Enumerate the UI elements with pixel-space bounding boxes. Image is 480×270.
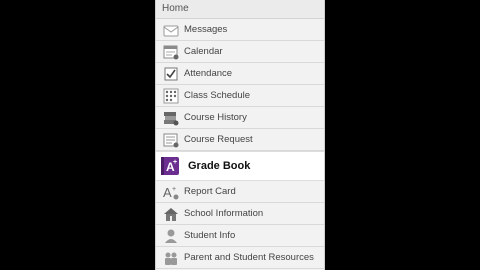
menu-item-report-card[interactable]: A + Report Card: [156, 181, 324, 203]
svg-text:+: +: [173, 159, 177, 166]
school-house-icon: [163, 206, 179, 222]
menu-item-messages[interactable]: Messages: [156, 19, 324, 41]
menu-item-label: Course Request: [184, 134, 253, 145]
calendar-icon: [163, 44, 179, 60]
menu-item-attendance[interactable]: Attendance: [156, 63, 324, 85]
side-menu: Home Messages Calendar Attendance Class …: [155, 0, 325, 270]
student-person-icon: [163, 228, 179, 244]
menu-item-class-schedule[interactable]: Class Schedule: [156, 85, 324, 107]
report-card-a-plus-icon: A +: [163, 184, 179, 200]
books-stack-icon: [163, 110, 179, 126]
menu-item-label: Report Card: [184, 186, 236, 197]
schedule-grid-icon: [163, 88, 179, 104]
attendance-checkbox-icon: [163, 66, 179, 82]
envelope-icon: [163, 22, 179, 38]
menu-item-grade-book[interactable]: A + Grade Book: [156, 151, 324, 181]
menu-item-course-history[interactable]: Course History: [156, 107, 324, 129]
svg-text:A: A: [163, 185, 172, 200]
menu-item-course-request[interactable]: Course Request: [156, 129, 324, 151]
menu-item-student-info[interactable]: Student Info: [156, 225, 324, 247]
svg-text:+: +: [172, 186, 176, 193]
menu-item-label: Class Schedule: [184, 90, 251, 101]
menu-item-label: Calendar: [184, 46, 223, 57]
home-link[interactable]: Home: [156, 0, 324, 19]
gradebook-a-plus-icon: A +: [161, 157, 179, 175]
menu-item-label: Grade Book: [188, 160, 251, 172]
menu-item-parent-student-resources[interactable]: Parent and Student Resources: [156, 247, 324, 269]
menu-item-label: Student Info: [184, 230, 236, 241]
people-icon: [163, 250, 179, 266]
menu-item-school-information[interactable]: School Information: [156, 203, 324, 225]
menu-item-label: Parent and Student Resources: [184, 252, 314, 263]
menu-item-label: Course History: [184, 112, 247, 123]
menu-item-label: Messages: [184, 24, 228, 35]
menu-item-label: School Information: [184, 208, 264, 219]
course-request-icon: [163, 132, 179, 148]
menu-item-calendar[interactable]: Calendar: [156, 41, 324, 63]
menu-item-label: Attendance: [184, 68, 233, 79]
